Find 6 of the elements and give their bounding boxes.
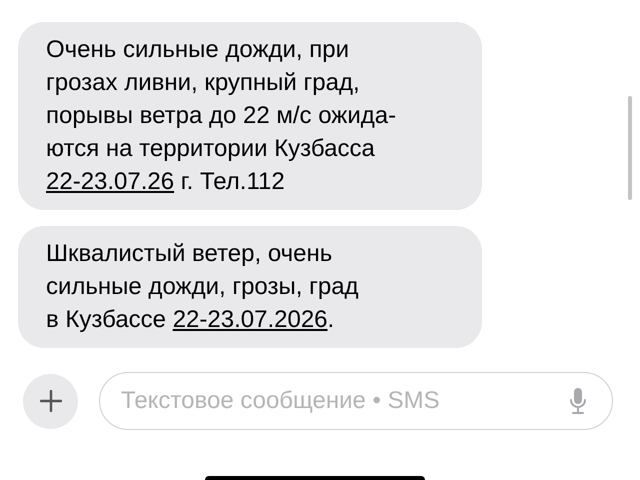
date-link[interactable]: 22-23.07.2026 (172, 306, 328, 333)
plus-icon (40, 390, 62, 412)
message-field[interactable]: Текстовое сообщение • SMS (99, 372, 613, 430)
message-text: Очень сильные дожди, при грозах ливни, крупный град, порывы ветра до 22 м/с ожида- ются на территории Кузбасса 22-23.07.26 г. Тел.112 (46, 35, 398, 197)
date-link[interactable]: 22-23.07.26 (46, 168, 174, 195)
message-text: Шквалистый ветер, очень сильные дожди, грозы, град в Кузбассе 22-23.07.2026. (46, 239, 360, 335)
